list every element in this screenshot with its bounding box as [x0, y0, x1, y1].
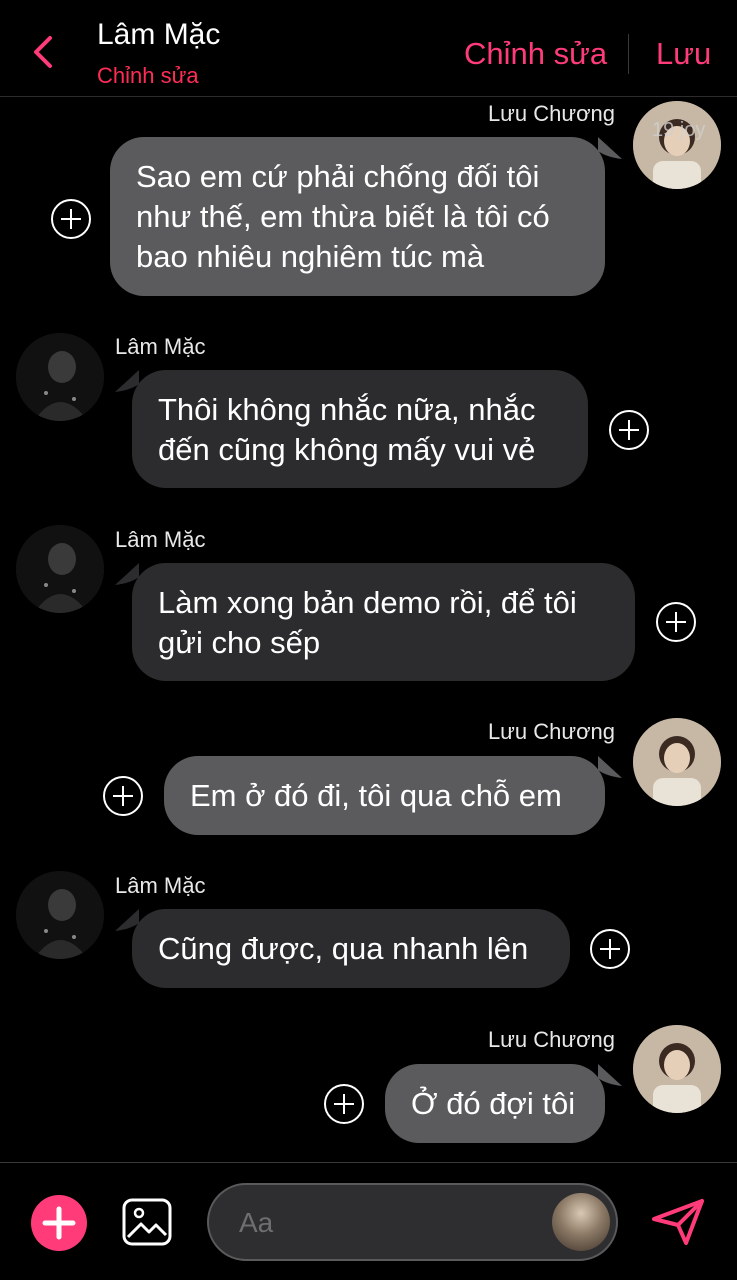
- add-reaction-icon[interactable]: [655, 601, 697, 643]
- add-reaction-icon[interactable]: [608, 409, 650, 451]
- message-input-container[interactable]: [207, 1183, 618, 1261]
- sender-name: Lưu Chương: [487, 101, 615, 126]
- add-button[interactable]: [31, 1195, 87, 1251]
- add-reaction-icon[interactable]: [589, 928, 631, 970]
- message-bubble[interactable]: Cũng được, qua nhanh lên: [132, 909, 570, 988]
- bubble-tail: [598, 1064, 622, 1086]
- send-icon[interactable]: [650, 1197, 706, 1247]
- contact-name: Lâm Mặc: [97, 18, 221, 51]
- image-icon[interactable]: [121, 1197, 173, 1247]
- watermark: 19 joy: [652, 119, 706, 141]
- composer-bar: [0, 1162, 737, 1280]
- bubble-tail: [598, 137, 622, 159]
- avatar[interactable]: [633, 1025, 721, 1113]
- edit-button[interactable]: Chỉnh sửa: [464, 36, 607, 72]
- sender-name: Lâm Mặc: [115, 334, 206, 359]
- sender-name: Lưu Chương: [487, 1027, 615, 1052]
- avatar[interactable]: [16, 525, 104, 613]
- message-bubble[interactable]: Thôi không nhắc nữa, nhắc đến cũng không…: [132, 370, 588, 488]
- bubble-tail: [598, 756, 622, 778]
- add-reaction-icon[interactable]: [50, 198, 92, 240]
- avatar[interactable]: [633, 718, 721, 806]
- back-chevron-icon[interactable]: [28, 30, 60, 74]
- plus-icon: [42, 1206, 76, 1240]
- header-divider: [628, 34, 629, 74]
- avatar[interactable]: [633, 101, 721, 189]
- sender-name: Lâm Mặc: [115, 873, 206, 898]
- chat-screen: Lâm Mặc Chỉnh sửa Chỉnh sửa Lưu Lưu Chươ…: [0, 0, 737, 1280]
- message-input[interactable]: [237, 1202, 541, 1244]
- sender-name: Lưu Chương: [487, 719, 615, 744]
- sender-name: Lâm Mặc: [115, 527, 206, 552]
- avatar[interactable]: [16, 871, 104, 959]
- message-bubble[interactable]: Làm xong bản demo rồi, để tôi gửi cho sế…: [132, 563, 635, 681]
- save-button[interactable]: Lưu: [656, 36, 711, 72]
- message-bubble[interactable]: Em ở đó đi, tôi qua chỗ em: [164, 756, 605, 835]
- header-subtitle[interactable]: Chỉnh sửa: [97, 63, 199, 89]
- avatar[interactable]: [16, 333, 104, 421]
- add-reaction-icon[interactable]: [102, 775, 144, 817]
- add-reaction-icon[interactable]: [323, 1083, 365, 1125]
- avatar[interactable]: [552, 1193, 610, 1251]
- message-bubble[interactable]: Ở đó đợi tôi: [385, 1064, 605, 1143]
- chat-header: Lâm Mặc Chỉnh sửa Chỉnh sửa Lưu: [0, 0, 737, 97]
- message-bubble[interactable]: Sao em cứ phải chống đối tôi như thế, em…: [110, 137, 605, 296]
